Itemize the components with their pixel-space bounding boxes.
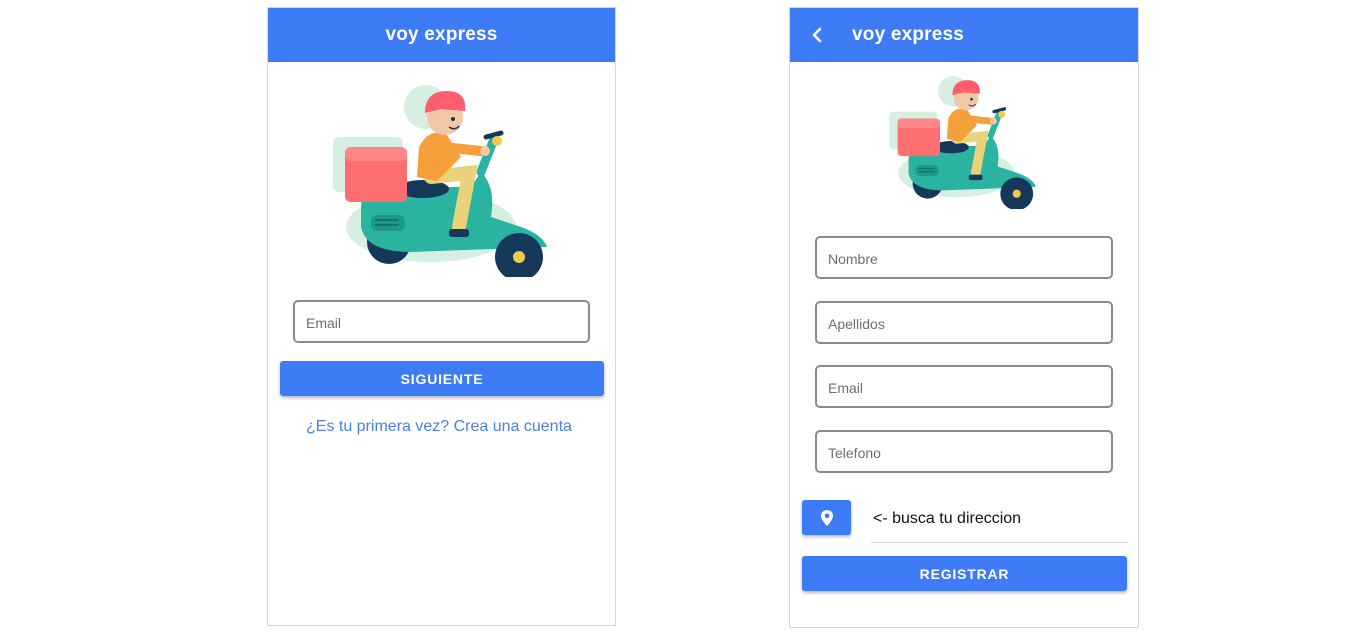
telefono-field[interactable]	[815, 430, 1113, 473]
apellidos-input[interactable]	[817, 303, 1111, 342]
nombre-field[interactable]	[815, 236, 1113, 279]
address-hint: <- busca tu direccion	[873, 510, 1022, 527]
map-pin-icon	[820, 509, 833, 526]
delivery-scooter-illustration	[889, 76, 1036, 209]
back-button[interactable]	[804, 22, 830, 48]
next-button[interactable]: SIGUIENTE	[280, 361, 604, 396]
apellidos-field[interactable]	[815, 301, 1113, 344]
nombre-input[interactable]	[817, 238, 1111, 277]
app-bar: voy express	[268, 8, 615, 62]
register-button[interactable]: REGISTRAR	[802, 556, 1127, 591]
create-account-link[interactable]: ¿Es tu primera vez? Crea una cuenta	[306, 418, 572, 436]
email-input[interactable]	[295, 302, 588, 341]
location-button[interactable]	[802, 500, 851, 535]
app-bar: voy express	[790, 8, 1138, 62]
email-input[interactable]	[817, 367, 1111, 406]
app-title: voy express	[385, 24, 498, 45]
login-screen: voy express Email SIGUIENTE ¿Es tu prime…	[267, 7, 616, 626]
next-button-label: SIGUIENTE	[400, 370, 484, 387]
register-button-label: REGISTRAR	[919, 565, 1010, 582]
address-search-field[interactable]: <- busca tu direccion	[871, 506, 1128, 543]
email-field[interactable]	[815, 365, 1113, 408]
telefono-input[interactable]	[817, 432, 1111, 471]
delivery-scooter-illustration	[333, 85, 547, 277]
register-screen: voy express Nombre Apellidos Email Telef…	[789, 7, 1139, 628]
chevron-left-icon	[812, 27, 822, 43]
app-title: voy express	[852, 24, 965, 45]
email-field[interactable]	[293, 300, 590, 343]
